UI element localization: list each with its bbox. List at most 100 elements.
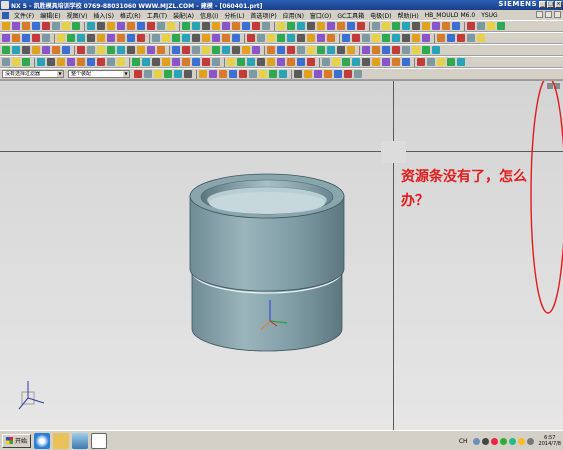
toolbar-tool-icon[interactable] xyxy=(37,58,45,66)
toolbar-tool-icon[interactable] xyxy=(307,34,315,42)
toolbar-tool-icon[interactable] xyxy=(497,22,505,30)
toolbar-tool-icon[interactable] xyxy=(437,58,445,66)
toolbar-tool-icon[interactable] xyxy=(117,58,125,66)
toolbar-tool-icon[interactable] xyxy=(322,58,330,66)
toolbar-tool-icon[interactable] xyxy=(422,46,430,54)
toolbar-tool-icon[interactable] xyxy=(107,46,115,54)
toolbar-tool-icon[interactable] xyxy=(87,58,95,66)
toolbar-tool-icon[interactable] xyxy=(52,22,60,30)
toolbar-tool-icon[interactable] xyxy=(357,22,365,30)
toolbar-tool-icon[interactable] xyxy=(412,22,420,30)
toolbar-tool-icon[interactable] xyxy=(477,22,485,30)
menu-tools[interactable]: 工具(T) xyxy=(144,11,170,20)
toolbar-tool-icon[interactable] xyxy=(62,46,70,54)
toolbar-tool-icon[interactable] xyxy=(144,70,152,78)
menu-analysis[interactable]: 分析(L) xyxy=(221,11,247,20)
toolbar-tool-icon[interactable] xyxy=(212,22,220,30)
toolbar-tool-icon[interactable] xyxy=(307,46,315,54)
toolbar-tool-icon[interactable] xyxy=(57,58,65,66)
toolbar-tool-icon[interactable] xyxy=(412,34,420,42)
toolbar-tool-icon[interactable] xyxy=(152,58,160,66)
toolbar-tool-icon[interactable] xyxy=(382,22,390,30)
toolbar-tool-icon[interactable] xyxy=(97,58,105,66)
toolbar-tool-icon[interactable] xyxy=(142,58,150,66)
toolbar-tool-icon[interactable] xyxy=(362,46,370,54)
toolbar-tool-icon[interactable] xyxy=(67,34,75,42)
toolbar-tool-icon[interactable] xyxy=(42,46,50,54)
toolbar-tool-icon[interactable] xyxy=(134,70,142,78)
menu-preferences[interactable]: 首选项(P) xyxy=(247,11,279,20)
toolbar-tool-icon[interactable] xyxy=(342,34,350,42)
toolbar-tool-icon[interactable] xyxy=(174,70,182,78)
toolbar-tool-icon[interactable] xyxy=(2,22,10,30)
toolbar-tool-icon[interactable] xyxy=(382,46,390,54)
toolbar-tool-icon[interactable] xyxy=(22,58,30,66)
toolbar-tool-icon[interactable] xyxy=(219,70,227,78)
toolbar-tool-icon[interactable] xyxy=(154,70,162,78)
minimize-button[interactable]: _ xyxy=(539,1,546,8)
toolbar-tool-icon[interactable] xyxy=(307,22,315,30)
toolbar-tool-icon[interactable] xyxy=(269,70,277,78)
taskbar-app-folder[interactable] xyxy=(53,432,70,449)
toolbar-tool-icon[interactable] xyxy=(222,34,230,42)
toolbar-tool-icon[interactable] xyxy=(352,58,360,66)
toolbar-tool-icon[interactable] xyxy=(457,34,465,42)
toolbar-tool-icon[interactable] xyxy=(477,34,485,42)
toolbar-tool-icon[interactable] xyxy=(97,46,105,54)
toolbar-tool-icon[interactable] xyxy=(487,22,495,30)
toolbar-tool-icon[interactable] xyxy=(287,22,295,30)
toolbar-tool-icon[interactable] xyxy=(372,34,380,42)
toolbar-tool-icon[interactable] xyxy=(242,22,250,30)
clock[interactable]: 6:57 2014/7/8 xyxy=(539,435,561,447)
selection-scope-dropdown[interactable]: 整个装配 ▼ xyxy=(68,70,130,78)
toolbar-tool-icon[interactable] xyxy=(257,58,265,66)
toolbar-tool-icon[interactable] xyxy=(372,58,380,66)
toolbar-tool-icon[interactable] xyxy=(172,46,180,54)
toolbar-tool-icon[interactable] xyxy=(162,58,170,66)
toolbar-tool-icon[interactable] xyxy=(314,70,322,78)
toolbar-tool-icon[interactable] xyxy=(392,22,400,30)
menu-electrode[interactable]: 电极(D) xyxy=(367,11,394,20)
toolbar-tool-icon[interactable] xyxy=(137,22,145,30)
toolbar-tool-icon[interactable] xyxy=(192,46,200,54)
toolbar-tool-icon[interactable] xyxy=(307,58,315,66)
toolbar-tool-icon[interactable] xyxy=(222,46,230,54)
menu-gc-toolkit[interactable]: GC工具箱 xyxy=(334,11,367,20)
toolbar-tool-icon[interactable] xyxy=(252,22,260,30)
toolbar-tool-icon[interactable] xyxy=(2,58,10,66)
toolbar-tool-icon[interactable] xyxy=(372,22,380,30)
toolbar-tool-icon[interactable] xyxy=(232,46,240,54)
toolbar-tool-icon[interactable] xyxy=(192,22,200,30)
security-icon[interactable] xyxy=(490,437,498,445)
menu-edit[interactable]: 编辑(E) xyxy=(37,11,63,20)
toolbar-tool-icon[interactable] xyxy=(402,22,410,30)
toolbar-tool-icon[interactable] xyxy=(117,46,125,54)
toolbar-tool-icon[interactable] xyxy=(22,34,30,42)
toolbar-tool-icon[interactable] xyxy=(362,34,370,42)
toolbar-tool-icon[interactable] xyxy=(342,58,350,66)
toolbar-tool-icon[interactable] xyxy=(337,46,345,54)
toolbar-tool-icon[interactable] xyxy=(62,22,70,30)
toolbar-tool-icon[interactable] xyxy=(137,34,145,42)
toolbar-tool-icon[interactable] xyxy=(392,58,400,66)
toolbar-tool-icon[interactable] xyxy=(297,58,305,66)
toolbar-tool-icon[interactable] xyxy=(202,58,210,66)
toolbar-tool-icon[interactable] xyxy=(297,34,305,42)
menu-minimize-button[interactable] xyxy=(536,11,543,18)
maximize-button[interactable]: □ xyxy=(547,1,554,8)
toolbar-tool-icon[interactable] xyxy=(212,58,220,66)
chat-icon[interactable] xyxy=(508,437,516,445)
menu-insert[interactable]: 插入(S) xyxy=(90,11,117,20)
toolbar-tool-icon[interactable] xyxy=(182,34,190,42)
toolbar-tool-icon[interactable] xyxy=(257,34,265,42)
toolbar-tool-icon[interactable] xyxy=(87,34,95,42)
toolbar-tool-icon[interactable] xyxy=(277,22,285,30)
toolbar-tool-icon[interactable] xyxy=(192,34,200,42)
menu-hb-mould[interactable]: HB_MOULD M6.0 xyxy=(422,12,479,19)
toolbar-tool-icon[interactable] xyxy=(277,34,285,42)
toolbar-tool-icon[interactable] xyxy=(422,22,430,30)
toolbar-tool-icon[interactable] xyxy=(172,34,180,42)
toolbar-tool-icon[interactable] xyxy=(182,46,190,54)
toolbar-tool-icon[interactable] xyxy=(202,34,210,42)
toolbar-tool-icon[interactable] xyxy=(442,22,450,30)
